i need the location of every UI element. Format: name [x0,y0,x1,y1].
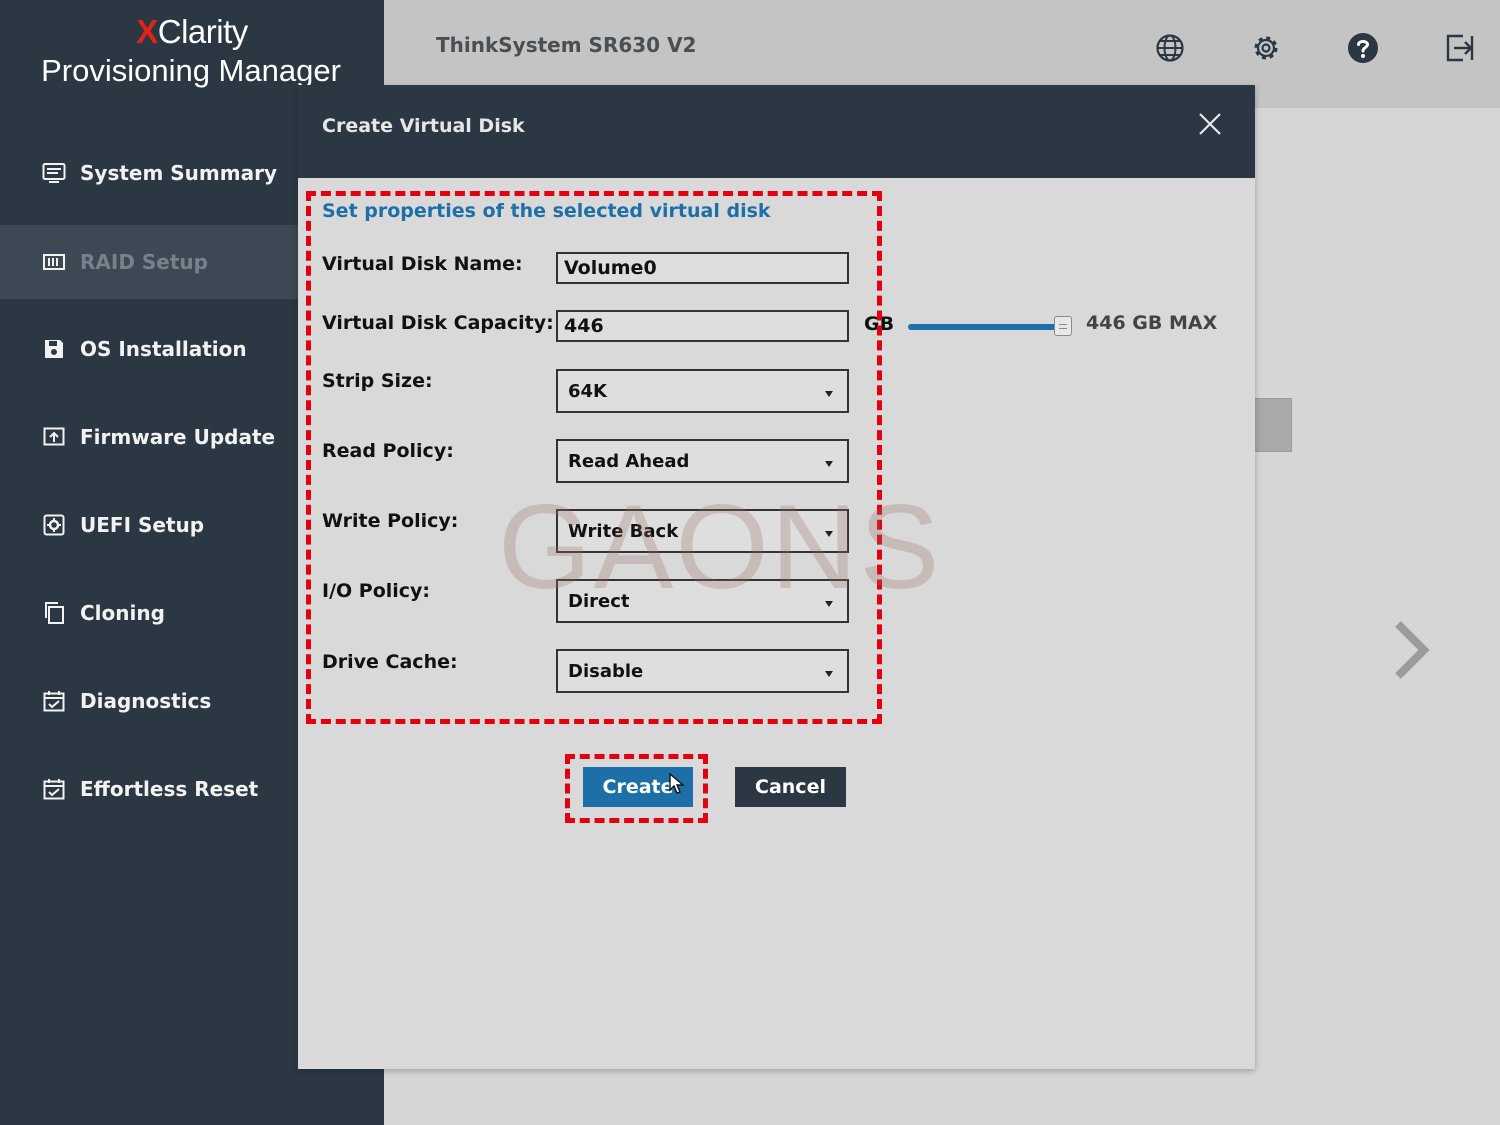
properties-highlight-box [306,191,882,724]
sidebar-item-os-installation[interactable]: OS Installation [0,312,300,386]
sidebar-item-raid-setup[interactable]: RAID Setup [0,225,300,299]
save-icon [42,337,66,361]
sidebar-item-label: RAID Setup [80,250,208,274]
brand-logo: XClarity Provisioning Manager [0,12,384,90]
summary-icon [42,161,66,185]
chevron-right-icon[interactable] [1390,618,1434,682]
logout-icon[interactable] [1443,31,1477,65]
sidebar-item-label: Diagnostics [80,689,212,713]
sidebar-item-effortless-reset[interactable]: Effortless Reset [0,752,300,826]
sidebar-item-uefi-setup[interactable]: UEFI Setup [0,488,300,562]
sidebar-item-firmware-update[interactable]: Firmware Update [0,400,300,474]
dialog-title: Create Virtual Disk [322,115,525,137]
uefi-icon [42,513,66,537]
background-panel-edge [1252,398,1292,452]
sidebar-item-cloning[interactable]: Cloning [0,576,300,650]
capacity-max-label: 446 GB MAX [1086,312,1218,334]
raid-icon [42,250,66,274]
sidebar-item-label: Firmware Update [80,425,276,449]
capacity-slider-track[interactable] [908,324,1063,330]
create-highlight-box [565,754,708,823]
sidebar-item-diagnostics[interactable]: Diagnostics [0,664,300,738]
sidebar-item-label: UEFI Setup [80,513,205,537]
close-icon[interactable] [1196,110,1224,138]
sidebar-item-label: Cloning [80,601,165,625]
copy-icon [42,601,66,625]
brand-x: X [136,13,158,50]
gear-icon[interactable] [1249,31,1283,65]
capacity-slider-handle[interactable] [1054,316,1072,336]
globe-icon[interactable] [1153,31,1187,65]
sidebar-item-label: OS Installation [80,337,247,361]
calendar-check-icon [42,689,66,713]
dialog-header: Create Virtual Disk [298,85,1255,178]
product-name: ThinkSystem SR630 V2 [436,33,697,57]
cancel-button[interactable]: Cancel [735,767,846,807]
brand-clarity: Clarity [157,13,249,50]
sidebar-item-label: System Summary [80,161,277,185]
help-icon[interactable] [1346,31,1380,65]
calendar-check-icon [42,777,66,801]
firmware-icon [42,425,66,449]
sidebar-item-label: Effortless Reset [80,777,259,801]
sidebar-item-system-summary[interactable]: System Summary [0,136,300,210]
